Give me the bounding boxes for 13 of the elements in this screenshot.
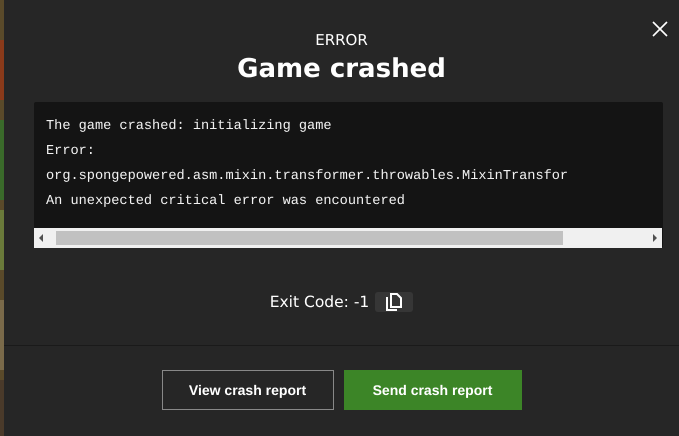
log-line: The game crashed: initializing game: [46, 118, 333, 136]
copy-icon: [384, 292, 404, 312]
scrollbar[interactable]: [34, 228, 662, 248]
log-line: An unexpected critical error was encountered: [46, 193, 406, 211]
dialog-kicker: ERROR: [314, 31, 369, 49]
log-line: org.spongepowered.asm.mixin.transformer.throwables.MixinTransfor: [46, 168, 570, 186]
exit-code: Exit Code: -1: [270, 293, 370, 311]
view-report-button[interactable]: View crash report: [162, 370, 334, 410]
copy-button[interactable]: [375, 292, 414, 312]
log-line: Error:: [46, 143, 96, 161]
send-report-button[interactable]: Send crash report: [344, 370, 522, 410]
dialog-title: Game crashed: [236, 54, 447, 84]
close-icon[interactable]: [652, 21, 668, 37]
